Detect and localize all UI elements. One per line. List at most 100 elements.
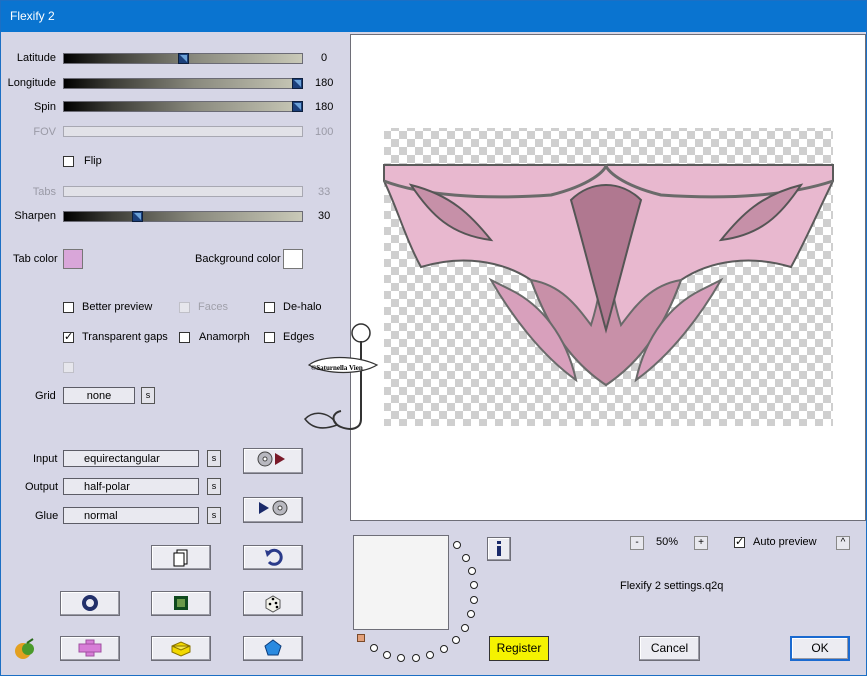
sharpen-value: 30	[318, 210, 331, 222]
zoom-value: 50%	[656, 536, 679, 548]
output-s-button[interactable]: s	[207, 478, 221, 495]
fov-value: 100	[315, 126, 334, 138]
preset-dot[interactable]	[461, 624, 469, 632]
preset-dot[interactable]	[412, 654, 420, 662]
grid-s-button[interactable]: s	[141, 387, 155, 404]
better-preview-checkbox[interactable]	[63, 302, 74, 313]
pink-cross-button[interactable]	[60, 636, 120, 661]
input-s-button[interactable]: s	[207, 450, 221, 467]
copy-icon	[173, 549, 188, 567]
ring-icon	[82, 595, 98, 611]
play-disc-button[interactable]	[243, 497, 303, 523]
tabs-slider	[63, 186, 303, 197]
collapse-button[interactable]: ^	[836, 536, 850, 550]
fov-slider	[63, 126, 303, 137]
thumbnail-anchor-dot[interactable]	[357, 634, 365, 642]
square-frame-icon	[174, 596, 188, 610]
zoom-in-button[interactable]: +	[694, 536, 708, 550]
preset-dot[interactable]	[467, 610, 475, 618]
auto-preview-label: Auto preview	[753, 536, 817, 548]
copy-button[interactable]	[151, 545, 211, 570]
undo-icon	[265, 548, 283, 566]
longitude-thumb[interactable]	[292, 78, 303, 89]
longitude-slider[interactable]	[63, 78, 303, 89]
spin-value: 180	[315, 101, 334, 113]
undo-button[interactable]	[243, 545, 303, 570]
flip-checkbox[interactable]	[63, 156, 74, 167]
latitude-slider[interactable]	[63, 53, 303, 64]
latitude-label: Latitude	[16, 52, 56, 64]
input-dropdown[interactable]: equirectangular	[63, 450, 199, 467]
grid-dropdown[interactable]: none	[63, 387, 135, 404]
tab-color-label: Tab color	[13, 253, 58, 265]
disc-play-button[interactable]	[243, 448, 303, 474]
better-preview-label: Better preview	[82, 301, 153, 313]
input-label: Input	[33, 453, 58, 465]
settings-filename: Flexify 2 settings.q2q	[620, 580, 724, 592]
fruit-logo-icon	[13, 637, 39, 661]
title-bar: Flexify 2	[1, 1, 866, 32]
faces-checkbox	[179, 302, 190, 313]
pink-cross-icon	[78, 639, 102, 657]
tab-color-swatch[interactable]	[63, 249, 83, 269]
square-frame-button[interactable]	[151, 591, 211, 616]
tabs-value: 33	[318, 186, 331, 198]
faces-label: Faces	[198, 301, 228, 313]
output-dropdown[interactable]: half-polar	[63, 478, 199, 495]
info-icon	[497, 541, 501, 556]
preset-dot[interactable]	[426, 651, 434, 659]
ok-button[interactable]: OK	[790, 636, 850, 661]
thumbnail-preview[interactable]	[353, 535, 449, 630]
preview-pane[interactable]	[350, 34, 866, 521]
preset-dot[interactable]	[383, 651, 391, 659]
sharpen-thumb[interactable]	[132, 211, 143, 222]
preset-dot[interactable]	[462, 554, 470, 562]
glue-s-button[interactable]: s	[207, 507, 221, 524]
auto-preview-checkbox[interactable]: ✓	[734, 537, 745, 548]
blue-gem-icon	[264, 639, 282, 656]
blue-gem-button[interactable]	[243, 636, 303, 661]
de-halo-label: De-halo	[283, 301, 322, 313]
transparent-gaps-label: Transparent gaps	[82, 331, 168, 343]
latitude-thumb[interactable]	[178, 53, 189, 64]
longitude-label: Longitude	[7, 77, 56, 89]
flip-label: Flip	[84, 155, 102, 167]
preset-dot[interactable]	[453, 541, 461, 549]
register-button[interactable]: Register	[489, 636, 549, 661]
info-button[interactable]	[487, 537, 511, 561]
preset-dot[interactable]	[397, 654, 405, 662]
dice-button[interactable]	[243, 591, 303, 616]
preview-image	[383, 128, 834, 426]
window-title: Flexify 2	[10, 9, 55, 23]
cancel-button[interactable]: Cancel	[639, 636, 700, 661]
latitude-value: 0	[321, 52, 328, 64]
glue-label: Glue	[35, 510, 59, 522]
ring-button[interactable]	[60, 591, 120, 616]
anamorph-label: Anamorph	[199, 331, 250, 343]
preset-dot[interactable]	[470, 581, 478, 589]
spin-thumb[interactable]	[292, 101, 303, 112]
watermark-text: ©Saturnella Vien	[311, 364, 363, 372]
glue-dropdown[interactable]: normal	[63, 507, 199, 524]
anamorph-checkbox[interactable]	[179, 332, 190, 343]
zoom-out-button[interactable]: -	[630, 536, 644, 550]
preset-dot[interactable]	[370, 644, 378, 652]
de-halo-checkbox[interactable]	[264, 302, 275, 313]
preset-dot[interactable]	[452, 636, 460, 644]
tabs-label: Tabs	[32, 186, 56, 198]
watermark: ©Saturnella Vien	[301, 319, 383, 437]
transparent-gaps-checkbox[interactable]: ✓	[63, 332, 74, 343]
sharpen-slider[interactable]	[63, 211, 303, 222]
preset-dot[interactable]	[468, 567, 476, 575]
preset-dot[interactable]	[470, 596, 478, 604]
background-color-swatch[interactable]	[283, 249, 303, 269]
dice-icon	[265, 595, 281, 613]
edges-checkbox[interactable]	[264, 332, 275, 343]
spin-label: Spin	[33, 101, 56, 113]
longitude-value: 180	[315, 77, 334, 89]
yellow-block-button[interactable]	[151, 636, 211, 661]
spin-slider[interactable]	[63, 101, 303, 112]
fov-label: FOV	[33, 126, 56, 138]
preset-dot[interactable]	[440, 645, 448, 653]
flexify-dialog: Flexify 2 Latitude 0 Longitude 180 Spin …	[0, 0, 867, 676]
